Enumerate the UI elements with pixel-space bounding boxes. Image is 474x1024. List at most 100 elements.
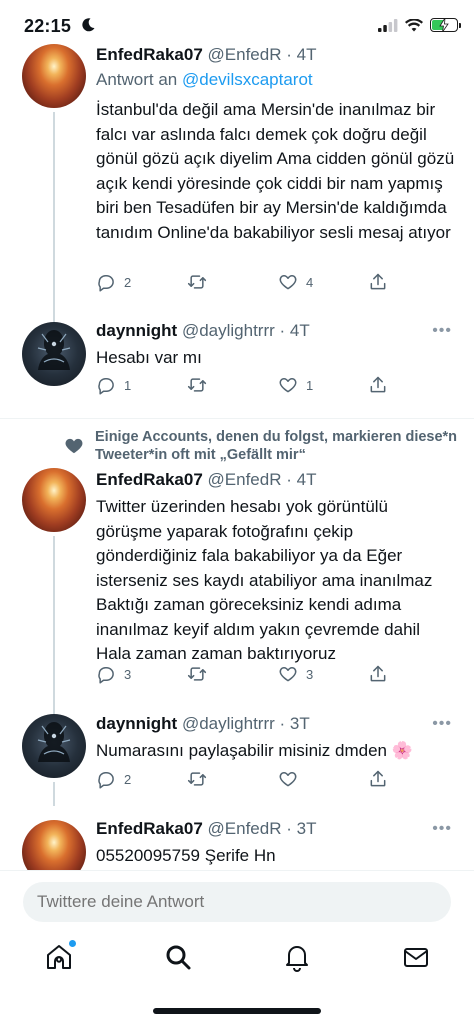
heart-icon: [279, 772, 297, 787]
tweet-body: Numarasını paylaşabilir misiniz dmden 🌸: [96, 736, 456, 764]
tweet-actions: 2: [96, 769, 396, 791]
like-button[interactable]: 1: [278, 375, 313, 395]
reply-input[interactable]: [23, 882, 451, 922]
nav-notifications[interactable]: [282, 942, 312, 972]
reply-button[interactable]: 2: [96, 272, 131, 292]
like-button[interactable]: 4: [278, 272, 313, 292]
wifi-icon: [405, 18, 423, 31]
tweet-header: daynnight @daylightrrr · 3T: [96, 714, 310, 733]
search-icon: [166, 945, 191, 970]
like-button[interactable]: 3: [278, 664, 313, 684]
thread-line: [53, 536, 55, 700]
author-name[interactable]: daynnight: [96, 321, 177, 340]
reply-context: Antwort an @devilsxcaptarot: [96, 69, 456, 91]
nav-messages[interactable]: [401, 942, 431, 972]
heart-filled-icon: [65, 438, 83, 454]
tweet-body: Hesabı var mı: [96, 343, 456, 371]
clock: 22:15: [24, 16, 72, 36]
avatar[interactable]: [22, 322, 86, 386]
tweet[interactable]: EnfedRaka07 @EnfedR · 4T Antwort an @dev…: [0, 0, 474, 310]
share-icon: [370, 273, 386, 290]
avatar[interactable]: [22, 820, 86, 870]
nav-home[interactable]: [44, 940, 76, 972]
retweet-button[interactable]: [187, 664, 215, 684]
reply-button[interactable]: 3: [96, 664, 131, 684]
reply-button[interactable]: 1: [96, 375, 131, 395]
reply-count: 2: [124, 771, 132, 787]
tweet-actions: 2 4: [96, 272, 396, 294]
thread-line: [53, 782, 55, 806]
share-button[interactable]: [368, 664, 388, 684]
tweet-header: EnfedRaka07 @EnfedR · 4T: [96, 470, 317, 489]
like-count: 4: [306, 274, 314, 290]
share-icon: [370, 770, 386, 787]
reply-icon: [98, 772, 114, 789]
retweet-icon: [187, 275, 207, 289]
reply-icon: [98, 275, 114, 292]
tweet-time: 4T: [296, 45, 317, 64]
messages-envelope-icon: [404, 948, 428, 967]
author-handle: @EnfedR: [207, 819, 282, 838]
tweet-text: 05520095759 Şerife Hn: [96, 846, 276, 865]
more-options-icon[interactable]: •••: [432, 820, 452, 838]
tweet-actions: 3 3: [96, 664, 396, 686]
like-button[interactable]: [278, 769, 306, 789]
tweet-header: daynnight @daylightrrr · 4T: [96, 321, 310, 340]
author-name[interactable]: EnfedRaka07: [96, 819, 203, 838]
tweet-text: Hesabı var mı: [96, 348, 202, 367]
retweet-icon: [187, 378, 207, 392]
retweet-icon: [187, 667, 207, 681]
more-options-icon[interactable]: •••: [432, 322, 452, 340]
charging-bolt-icon: [439, 18, 449, 32]
reply-prefix: Antwort an: [96, 70, 178, 89]
cellular-signal-icon: [378, 18, 398, 32]
avatar-illustration: [37, 722, 71, 762]
tweet-text: Twitter üzerinden hesabı yok görüntülü g…: [96, 497, 433, 663]
conversation-timeline[interactable]: EnfedRaka07 @EnfedR · 4T Antwort an @dev…: [0, 0, 474, 870]
share-button[interactable]: [368, 272, 388, 292]
author-handle: @daylightrrr: [181, 714, 275, 733]
heart-icon: [279, 667, 297, 682]
avatar[interactable]: [22, 468, 86, 532]
notifications-bell-icon: [286, 946, 308, 972]
share-button[interactable]: [368, 375, 388, 395]
tweet[interactable]: daynnight @daylightrrr · 3T ••• Numarası…: [0, 698, 474, 806]
like-count: 1: [306, 377, 314, 393]
tweet[interactable]: EnfedRaka07 @EnfedR · 3T ••• 05520095759…: [0, 806, 474, 870]
avatar[interactable]: [22, 44, 86, 108]
flower-emoji: 🌸: [391, 741, 413, 760]
tweet-text: İstanbul'da değil ama Mersin'de inanılma…: [96, 100, 455, 242]
avatar[interactable]: [22, 714, 86, 778]
reply-button[interactable]: 2: [96, 769, 131, 789]
heart-icon: [279, 275, 297, 290]
status-icons: [378, 18, 461, 32]
tweet-text: Numarasını paylaşabilir misiniz dmden: [96, 741, 388, 760]
like-count: 3: [306, 666, 314, 682]
author-handle: @daylightrrr: [181, 321, 275, 340]
bottom-navigation: [0, 928, 474, 1024]
author-name[interactable]: daynnight: [96, 714, 177, 733]
moon-icon: [82, 18, 95, 32]
notification-dot: [69, 940, 76, 947]
reply-icon: [98, 667, 114, 684]
more-options-icon[interactable]: •••: [432, 715, 452, 733]
share-icon: [370, 376, 386, 393]
tweet-body: Antwort an @devilsxcaptarot İstanbul'da …: [96, 69, 456, 245]
tweet-text-wrapper: Numarasını paylaşabilir misiniz dmden 🌸: [96, 739, 456, 764]
author-name[interactable]: EnfedRaka07: [96, 45, 203, 64]
share-button[interactable]: [368, 769, 388, 789]
retweet-button[interactable]: [187, 769, 215, 789]
status-bar: 22:15: [0, 0, 474, 38]
retweet-button[interactable]: [187, 375, 215, 395]
tweet[interactable]: EnfedRaka07 @EnfedR · 4T Twitter üzerind…: [0, 464, 474, 700]
author-name[interactable]: EnfedRaka07: [96, 470, 203, 489]
nav-search[interactable]: [163, 942, 193, 972]
thread-line: [53, 308, 55, 322]
thread-line: [53, 698, 55, 714]
reply-count: 2: [124, 274, 132, 290]
reply-handle-link[interactable]: @devilsxcaptarot: [182, 70, 313, 89]
retweet-icon: [187, 772, 207, 786]
retweet-button[interactable]: [187, 272, 215, 292]
tweet-actions: 1 1: [96, 375, 396, 397]
tweet[interactable]: daynnight @daylightrrr · 4T ••• Hesabı v…: [0, 308, 474, 418]
